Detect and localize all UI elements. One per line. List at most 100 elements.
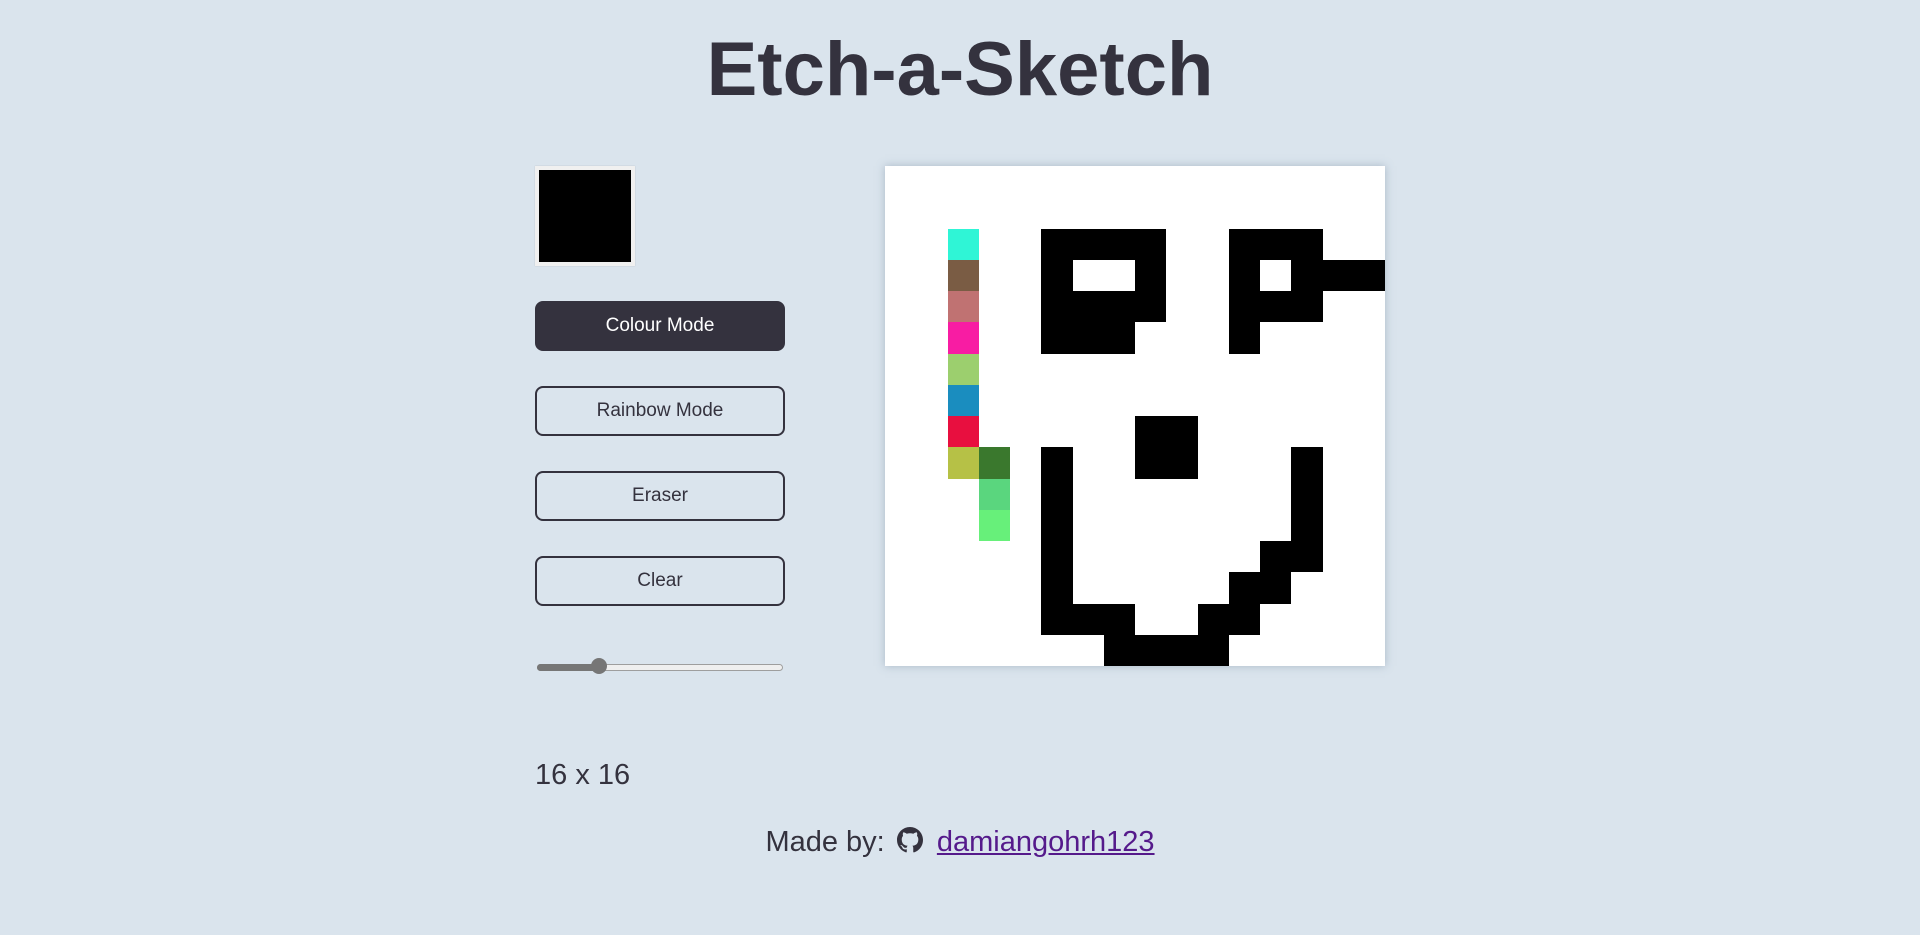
grid-cell[interactable] [1260,510,1291,541]
rainbow-mode-button[interactable]: Rainbow Mode [535,386,785,436]
grid-cell[interactable] [1228,603,1260,635]
grid-cell[interactable] [1010,166,1041,197]
grid-cell[interactable] [1041,291,1073,323]
grid-cell[interactable] [979,572,1010,603]
grid-cell[interactable] [1072,603,1104,635]
grid-cell[interactable] [1073,541,1104,572]
grid-cell[interactable] [1041,385,1072,416]
grid-cell[interactable] [916,385,947,416]
grid-cell[interactable] [1291,604,1322,635]
grid-cell[interactable] [948,635,979,666]
grid-cell[interactable] [947,259,979,291]
grid-cell[interactable] [1104,541,1135,572]
grid-cell[interactable] [979,604,1010,635]
grid-cell[interactable] [916,166,947,197]
slider-thumb[interactable] [591,658,608,674]
author-link[interactable]: damiangohrh123 [937,826,1155,858]
grid-cell[interactable] [1041,572,1073,604]
grid-cell[interactable] [1291,259,1323,291]
grid-cell[interactable] [1041,478,1073,510]
grid-cell[interactable] [1323,447,1354,478]
grid-cell[interactable] [916,541,947,572]
grid-cell[interactable] [1198,229,1229,260]
grid-cell[interactable] [1229,197,1260,228]
grid-cell[interactable] [1073,635,1104,666]
grid-cell[interactable] [1260,260,1291,291]
grid-cell[interactable] [1198,416,1229,447]
grid-cell[interactable] [1291,478,1323,510]
grid-cell[interactable] [979,385,1010,416]
grid-cell[interactable] [979,291,1010,322]
grid-cell[interactable] [1135,166,1166,197]
grid-cell[interactable] [1010,260,1041,291]
grid-cell[interactable] [1354,572,1385,603]
grid-cell[interactable] [1073,447,1104,478]
grid-cell[interactable] [1229,385,1260,416]
grid-cell[interactable] [1291,572,1322,603]
grid-cell[interactable] [1104,510,1135,541]
grid-cell[interactable] [1103,228,1135,260]
grid-cell[interactable] [885,322,916,353]
grid-cell[interactable] [1010,604,1041,635]
grid-cell[interactable] [885,166,916,197]
grid-cell[interactable] [1260,541,1292,573]
grid-cell[interactable] [948,479,979,510]
grid-cell[interactable] [1010,510,1041,541]
grid-cell[interactable] [1104,260,1135,291]
grid-cell[interactable] [1135,354,1166,385]
grid-cell[interactable] [1198,541,1229,572]
grid-cell[interactable] [1291,197,1322,228]
grid-cell[interactable] [1323,197,1354,228]
grid-cell[interactable] [1103,291,1135,323]
grid-cell[interactable] [1041,259,1073,291]
colour-mode-button[interactable]: Colour Mode [535,301,785,351]
grid-cell[interactable] [1198,291,1229,322]
eraser-button[interactable]: Eraser [535,471,785,521]
grid-cell[interactable] [885,229,916,260]
grid-cell[interactable] [1010,385,1041,416]
grid-cell[interactable] [1010,197,1041,228]
grid-cell[interactable] [1166,572,1197,603]
grid-cell[interactable] [885,385,916,416]
grid-cell[interactable] [979,416,1010,447]
grid-cell[interactable] [1198,354,1229,385]
grid-cell[interactable] [1073,572,1104,603]
grid-cell[interactable] [1354,541,1385,572]
grid-cell[interactable] [1135,291,1167,323]
grid-cell[interactable] [1323,322,1354,353]
grid-cell[interactable] [1104,416,1135,447]
grid-cell[interactable] [1354,322,1385,353]
grid-cell[interactable] [1260,385,1291,416]
grid-cell[interactable] [1166,354,1197,385]
grid-cell[interactable] [1354,416,1385,447]
grid-cell[interactable] [1010,447,1041,478]
grid-cell[interactable] [1198,197,1229,228]
grid-cell[interactable] [948,572,979,603]
sketch-board[interactable] [885,166,1385,666]
grid-cell[interactable] [1229,354,1260,385]
grid-cell[interactable] [1104,479,1135,510]
grid-cell[interactable] [1041,447,1073,479]
grid-cell[interactable] [916,197,947,228]
grid-cell[interactable] [1041,541,1073,573]
grid-cell[interactable] [1229,479,1260,510]
grid-cell[interactable] [885,541,916,572]
grid-cell[interactable] [1010,541,1041,572]
grid-cell[interactable] [1323,354,1354,385]
grid-cell[interactable] [1323,166,1354,197]
grid-cell[interactable] [1041,197,1072,228]
grid-cell[interactable] [885,447,916,478]
grid-cell[interactable] [978,447,1010,479]
grid-cell[interactable] [1166,322,1197,353]
grid-cell[interactable] [1198,322,1229,353]
grid-cell[interactable] [1135,385,1166,416]
grid-cell[interactable] [1323,604,1354,635]
grid-cell[interactable] [916,572,947,603]
grid-cell[interactable] [1323,229,1354,260]
grid-cell[interactable] [885,197,916,228]
grid-cell[interactable] [1198,385,1229,416]
grid-cell[interactable] [1041,416,1072,447]
grid-cell[interactable] [1260,228,1292,260]
grid-cell[interactable] [1073,260,1104,291]
grid-cell[interactable] [1323,541,1354,572]
